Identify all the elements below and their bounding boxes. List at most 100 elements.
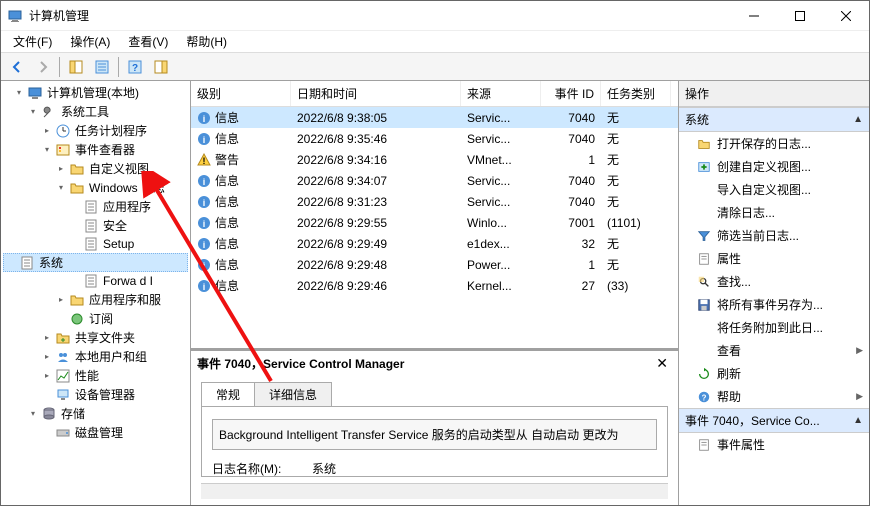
tree-node-性能[interactable]: ▸性能: [3, 366, 188, 385]
action-将所有事件另存为...[interactable]: 将所有事件另存为...: [679, 293, 869, 316]
col-level[interactable]: 级别: [191, 81, 291, 106]
action-清除日志...[interactable]: 清除日志...: [679, 201, 869, 224]
maximize-button[interactable]: [777, 1, 823, 31]
action-caption[interactable]: 系统▲: [679, 107, 869, 132]
properties-button[interactable]: [90, 55, 114, 79]
tab-general[interactable]: 常规: [201, 382, 255, 407]
blank-icon: [697, 183, 711, 197]
tree-toggle[interactable]: ▸: [41, 351, 53, 363]
action-筛选当前日志...[interactable]: 筛选当前日志...: [679, 224, 869, 247]
tree-node-共享文件夹[interactable]: ▸ 共享文件夹: [3, 328, 188, 347]
tree-node-计算机管理(本地)[interactable]: ▾计算机管理(本地): [3, 83, 188, 102]
menu-file[interactable]: 文件(F): [5, 31, 60, 52]
action-将任务附加到此日...[interactable]: 将任务附加到此日...: [679, 316, 869, 339]
action-属性[interactable]: 属性: [679, 247, 869, 270]
tree-node-应用程序和服[interactable]: ▸应用程序和服: [3, 290, 188, 309]
tree-label: Setup: [103, 237, 134, 251]
tree-node-磁盘管理[interactable]: 磁盘管理: [3, 423, 188, 442]
event-row[interactable]: i信息2022/6/8 9:34:07Servic...7040无: [191, 170, 678, 191]
collapse-icon: ▲: [853, 415, 863, 426]
menu-help[interactable]: 帮助(H): [178, 31, 235, 52]
event-row[interactable]: i信息2022/6/8 9:29:46Kernel...27(33): [191, 275, 678, 296]
svg-text:i: i: [203, 261, 206, 271]
tree-node-安全[interactable]: 安全: [3, 216, 188, 235]
tree-toggle[interactable]: ▸: [41, 125, 53, 137]
minimize-button[interactable]: [731, 1, 777, 31]
tree-node-事件查看器[interactable]: ▾事件查看器: [3, 140, 188, 159]
event-row[interactable]: !警告2022/6/8 9:34:16VMnet...1无: [191, 149, 678, 170]
event-row[interactable]: i信息2022/6/8 9:29:49e1dex...32无: [191, 233, 678, 254]
svg-text:i: i: [203, 219, 206, 229]
menu-action[interactable]: 操作(A): [62, 31, 118, 52]
action-打开保存的日志...[interactable]: 打开保存的日志...: [679, 132, 869, 155]
tree-node-应用程序[interactable]: 应用程序: [3, 197, 188, 216]
close-detail-button[interactable]: ✕: [652, 355, 672, 372]
action-pane-button[interactable]: [149, 55, 173, 79]
action-导入自定义视图...[interactable]: 导入自定义视图...: [679, 178, 869, 201]
subscribe-icon: [69, 311, 85, 327]
tree-node-存储[interactable]: ▾ 存储: [3, 404, 188, 423]
tree-node-自定义视图[interactable]: ▸ 自定义视图: [3, 159, 188, 178]
find-icon: [697, 275, 711, 289]
tree-node-本地用户和组[interactable]: ▸本地用户和组: [3, 347, 188, 366]
menu-view[interactable]: 查看(V): [120, 31, 176, 52]
tree-label: 共享文件夹: [75, 329, 135, 346]
refresh-icon: [697, 367, 711, 381]
tree-node-Windows 日志[interactable]: ▾Windows 日志: [3, 178, 188, 197]
menu-bar: 文件(F) 操作(A) 查看(V) 帮助(H): [1, 31, 869, 53]
logname-label: 日志名称(M):: [212, 460, 302, 477]
action-帮助[interactable]: ?帮助▶: [679, 385, 869, 408]
tree-toggle[interactable]: ▾: [13, 87, 25, 99]
tree-node-Setup[interactable]: Setup: [3, 235, 188, 253]
tree-toggle[interactable]: ▸: [41, 370, 53, 382]
detail-horizontal-scrollbar[interactable]: [201, 483, 668, 499]
blank-icon: [697, 206, 711, 220]
tree-toggle[interactable]: ▸: [55, 294, 67, 306]
col-source[interactable]: 来源: [461, 81, 541, 106]
action-创建自定义视图...[interactable]: 创建自定义视图...: [679, 155, 869, 178]
action-label: 事件属性: [717, 436, 765, 453]
folder-icon: [69, 292, 85, 308]
close-button[interactable]: [823, 1, 869, 31]
event-row[interactable]: i信息2022/6/8 9:29:48Power...1无: [191, 254, 678, 275]
tree-node-订阅[interactable]: 订阅: [3, 309, 188, 328]
tree-node-任务计划程序[interactable]: ▸任务计划程序: [3, 121, 188, 140]
show-hide-tree-button[interactable]: [64, 55, 88, 79]
navigation-tree[interactable]: ▾计算机管理(本地)▾系统工具▸任务计划程序▾事件查看器 ▸ 自定义视图▾Windo…: [1, 81, 191, 505]
event-list[interactable]: 级别 日期和时间 来源 事件 ID 任务类别 i信息2022/6/8 9:38:…: [191, 81, 678, 350]
col-id[interactable]: 事件 ID: [541, 81, 601, 106]
help-button[interactable]: ?: [123, 55, 147, 79]
action-查找...[interactable]: 查找...: [679, 270, 869, 293]
action-刷新[interactable]: 刷新: [679, 362, 869, 385]
tree-node-系统工具[interactable]: ▾系统工具: [3, 102, 188, 121]
tree-node-Forwa d I[interactable]: Forwa d I: [3, 272, 188, 290]
action-查看[interactable]: 查看▶: [679, 339, 869, 362]
event-row[interactable]: i信息2022/6/8 9:31:23Servic...7040无: [191, 191, 678, 212]
tree-toggle[interactable]: ▸: [41, 332, 53, 344]
submenu-arrow-icon: ▶: [856, 391, 863, 402]
col-date[interactable]: 日期和时间: [291, 81, 461, 106]
tree-toggle[interactable]: ▾: [41, 144, 53, 156]
tab-details[interactable]: 详细信息: [254, 382, 332, 407]
event-row[interactable]: i信息2022/6/8 9:29:55Winlo...7001(1101): [191, 212, 678, 233]
event-row[interactable]: i信息2022/6/8 9:35:46Servic...7040无: [191, 128, 678, 149]
tree-toggle[interactable]: ▾: [55, 182, 67, 194]
back-button[interactable]: [5, 55, 29, 79]
folder-icon: [69, 180, 85, 196]
svg-text:i: i: [203, 282, 206, 292]
event-row[interactable]: i信息2022/6/8 9:38:05Servic...7040无: [191, 107, 678, 128]
action-事件属性[interactable]: 事件属性: [679, 433, 869, 456]
forward-button[interactable]: [31, 55, 55, 79]
tree-node-系统[interactable]: 系统: [3, 253, 188, 272]
tree-toggle[interactable]: ▾: [27, 106, 39, 118]
tree-label: 存储: [61, 405, 85, 422]
action-label: 导入自定义视图...: [717, 181, 811, 198]
action-caption[interactable]: 事件 7040，Service Co...▲: [679, 408, 869, 433]
tree-toggle[interactable]: ▾: [27, 408, 39, 420]
tree-toggle[interactable]: ▸: [55, 163, 67, 175]
tree-node-设备管理器[interactable]: 设备管理器: [3, 385, 188, 404]
tree-label: 自定义视图: [89, 160, 149, 177]
center-pane: 级别 日期和时间 来源 事件 ID 任务类别 i信息2022/6/8 9:38:…: [191, 81, 679, 505]
col-category[interactable]: 任务类别: [601, 81, 671, 106]
action-label: 创建自定义视图...: [717, 158, 811, 175]
